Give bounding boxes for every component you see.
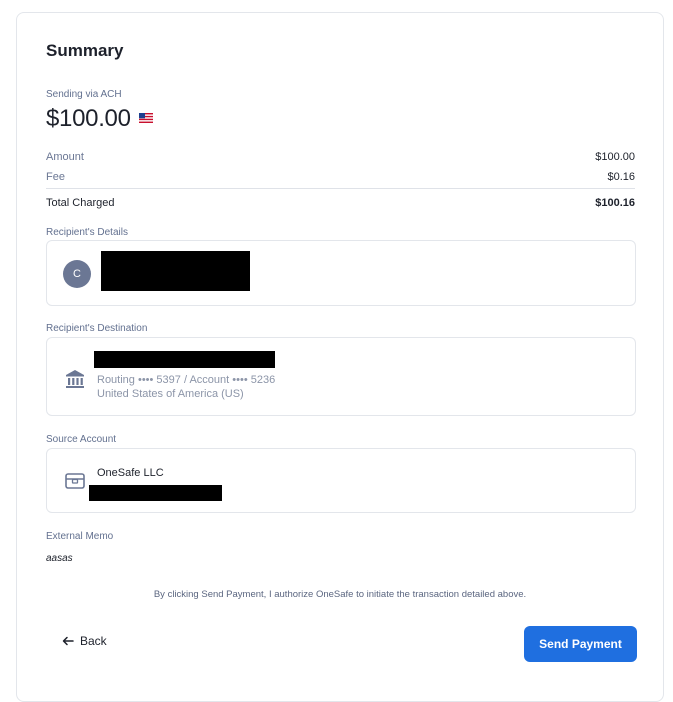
fee-value: $0.16 — [607, 171, 635, 183]
amount-value: $100.00 — [595, 151, 635, 163]
send-payment-button[interactable]: Send Payment — [524, 626, 637, 662]
source-account-box: OneSafe LLC — [46, 448, 636, 513]
amount-label: Amount — [46, 151, 84, 163]
redacted-recipient-name — [101, 251, 250, 291]
external-memo-label: External Memo — [46, 531, 114, 542]
us-flag-icon — [139, 113, 153, 123]
avatar: C — [63, 260, 91, 288]
source-account-label: Source Account — [46, 434, 117, 445]
total-charged-label: Total Charged — [46, 197, 115, 209]
amount-display: $100.00 — [46, 105, 131, 132]
bank-icon — [66, 370, 84, 388]
routing-account-text: Routing •••• 5397 / Account •••• 5236 — [97, 374, 276, 386]
recipient-details-box: C — [46, 240, 636, 306]
country-text: United States of America (US) — [97, 388, 244, 400]
summary-card: Summary Sending via ACH $100.00 Amount $… — [16, 12, 664, 702]
back-label: Back — [80, 634, 107, 648]
page-title: Summary — [46, 41, 124, 60]
source-account-name: OneSafe LLC — [97, 467, 164, 479]
external-memo-value: aasas — [46, 553, 73, 564]
wallet-icon — [65, 473, 85, 489]
redacted-destination-name — [94, 351, 275, 368]
total-charged-value: $100.16 — [595, 197, 635, 209]
recipient-destination-box: Routing •••• 5397 / Account •••• 5236 Un… — [46, 337, 636, 416]
sending-via-label: Sending via ACH — [46, 89, 122, 100]
divider — [46, 188, 635, 189]
arrow-left-icon — [62, 636, 74, 646]
recipient-details-label: Recipient's Details — [46, 227, 128, 238]
consent-text: By clicking Send Payment, I authorize On… — [153, 589, 527, 600]
recipient-destination-label: Recipient's Destination — [46, 323, 148, 334]
back-button[interactable]: Back — [62, 634, 107, 648]
fee-label: Fee — [46, 171, 65, 183]
redacted-source-account — [89, 485, 222, 501]
